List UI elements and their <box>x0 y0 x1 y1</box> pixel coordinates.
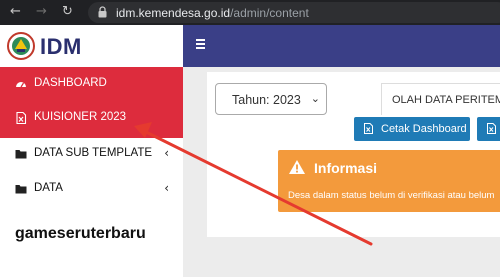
folder-icon <box>15 150 27 159</box>
watermark-text: gameseruterbaru <box>15 225 146 242</box>
kemendesa-emblem-icon <box>7 32 35 60</box>
file-excel-icon <box>16 112 27 124</box>
year-select[interactable]: Tahun: 2023 ⌄ <box>215 83 327 115</box>
cetak-dashboard-button[interactable]: Cetak Dashboard <box>354 117 470 141</box>
file-excel-icon <box>487 123 496 134</box>
url-path: /admin/content <box>230 6 309 20</box>
dashboard-icon <box>16 82 26 88</box>
year-select-value: Tahun: 2023 <box>232 93 301 107</box>
cetak-dashboard-label: Cetak Dashboard <box>381 123 467 135</box>
address-bar[interactable]: idm.kemendesa.go.id/admin/content <box>88 2 500 23</box>
alert-title: Informasi <box>314 160 378 176</box>
export-button[interactable] <box>477 117 500 141</box>
forward-arrow-icon[interactable]: → <box>36 5 47 19</box>
chevron-left-icon: ‹ <box>164 181 169 195</box>
url-text: idm.kemendesa.go.id/admin/content <box>116 6 309 20</box>
sidebar-item-label: DATA <box>34 182 63 194</box>
reload-icon[interactable]: ↻ <box>62 5 73 19</box>
sidebar-item-data[interactable]: DATA ‹ <box>0 172 183 206</box>
warning-icon <box>289 160 305 174</box>
logo-text: IDM <box>40 34 82 59</box>
sidebar-item-kuisioner[interactable]: KUISIONER 2023 <box>0 101 183 135</box>
sidebar-item-label: KUISIONER 2023 <box>34 111 127 123</box>
sidebar-item-data-sub-template[interactable]: DATA SUB TEMPLATE ‹ <box>0 137 183 171</box>
sidebar: IDM DASHBOARD KUISIONER 2023 DATA SUB TE… <box>0 25 183 277</box>
tab-label: OLAH DATA PERITEM <box>392 94 500 106</box>
alert-message: Desa dalam status belum di verifikasi at… <box>288 190 495 201</box>
top-navbar <box>183 25 500 67</box>
chevron-left-icon: ‹ <box>164 146 169 160</box>
folder-icon <box>15 185 27 194</box>
url-host: idm.kemendesa.go.id <box>116 6 231 20</box>
back-arrow-icon[interactable]: ← <box>10 5 21 19</box>
sidebar-item-label: DASHBOARD <box>34 77 107 89</box>
browser-toolbar: ← → ↻ idm.kemendesa.go.id/admin/content <box>0 0 500 25</box>
sidebar-item-dashboard[interactable]: DASHBOARD <box>0 67 183 101</box>
file-excel-icon <box>364 123 373 134</box>
tab-olah-data-peritem[interactable]: OLAH DATA PERITEM <box>381 83 500 115</box>
hamburger-menu-icon[interactable] <box>196 39 205 49</box>
info-alert: Informasi Desa dalam status belum di ver… <box>278 150 500 212</box>
logo[interactable]: IDM <box>0 25 183 67</box>
lock-icon <box>98 6 107 18</box>
sidebar-item-label: DATA SUB TEMPLATE <box>34 147 153 159</box>
chevron-down-icon: ⌄ <box>310 92 320 105</box>
